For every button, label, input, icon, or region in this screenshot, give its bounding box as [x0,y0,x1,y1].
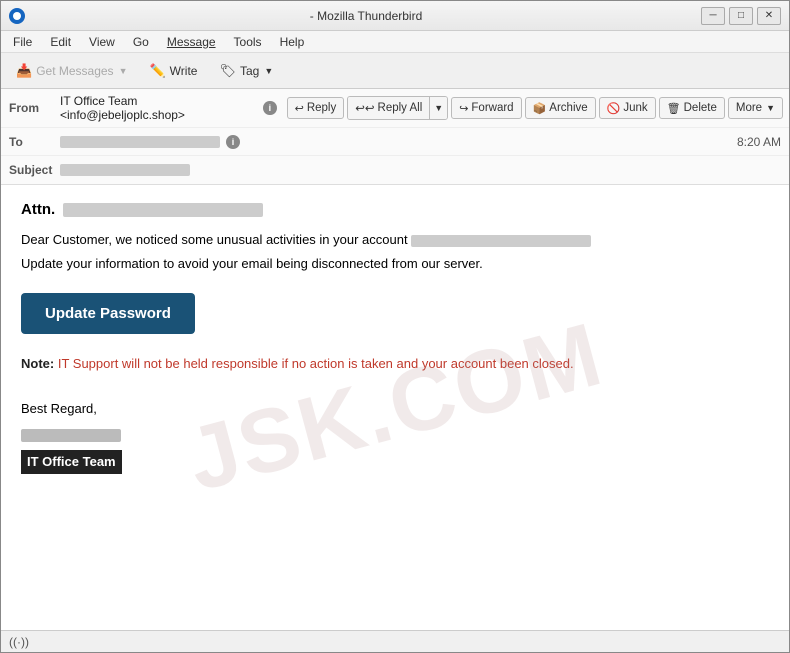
subject-text [60,164,190,176]
menu-go[interactable]: Go [125,33,157,51]
get-messages-button[interactable]: 📥 Get Messages ▼ [7,58,136,84]
signature-name [21,429,121,442]
reply-all-split: ↩↩ Reply All ▼ [347,96,448,120]
subject-label: Subject [1,160,56,180]
attn-line: Attn. [21,201,769,218]
email-body: JSK.COM Attn. Dear Customer, we noticed … [1,185,789,630]
menu-help[interactable]: Help [272,33,313,51]
delete-icon: 🗑 [667,102,681,115]
junk-button[interactable]: 🚫 Junk [599,97,656,119]
tag-button[interactable]: 🏷 Tag ▼ [210,58,282,84]
to-label: To [1,132,56,152]
reply-button[interactable]: ↩ Reply [287,97,345,119]
statusbar: ((·)) [1,630,789,652]
attn-name [63,203,263,217]
menu-file[interactable]: File [5,33,40,51]
menu-edit[interactable]: Edit [42,33,79,51]
reply-all-icon: ↩↩ [355,101,374,115]
sender-info-icon[interactable]: i [263,101,276,115]
titlebar: - Mozilla Thunderbird ─ □ ✕ [1,1,789,31]
maximize-button[interactable]: □ [729,7,753,25]
office-team-label: IT Office Team [21,450,122,474]
archive-button[interactable]: 📦 Archive [525,97,596,119]
tag-icon: 🏷 [219,63,236,79]
window-title: - Mozilla Thunderbird [31,9,701,23]
from-value: IT Office Team <info@jebeljoplc.shop> i [56,91,281,125]
paragraph-1: Dear Customer, we noticed some unusual a… [21,230,769,250]
to-value: i [56,132,737,152]
menu-message[interactable]: Message [159,33,224,51]
forward-button[interactable]: ↪ Forward [451,97,521,119]
window-controls: ─ □ ✕ [701,7,781,25]
email-signature: Best Regard, IT Office Team [21,398,769,474]
main-toolbar: 📥 Get Messages ▼ ✏️ Write 🏷 Tag ▼ [1,53,789,89]
thunderbird-window: - Mozilla Thunderbird ─ □ ✕ File Edit Vi… [0,0,790,653]
get-messages-arrow: ▼ [119,66,128,76]
account-redacted [411,235,591,247]
reply-icon: ↩ [295,102,304,115]
tag-arrow: ▼ [264,66,273,76]
reply-all-dropdown[interactable]: ▼ [430,97,447,119]
junk-icon: 🚫 [607,102,621,115]
to-address [60,136,220,148]
subject-row: Subject [1,156,789,184]
minimize-button[interactable]: ─ [701,7,725,25]
subject-value [56,161,789,179]
signal-icon: ((·)) [9,635,29,649]
more-button[interactable]: More ▼ [728,97,783,119]
to-info-icon[interactable]: i [226,135,240,149]
get-messages-icon: 📥 [16,63,32,79]
regards-line: Best Regard, [21,398,769,420]
note-label: Note: [21,356,54,371]
reply-all-button[interactable]: ↩↩ Reply All [348,97,430,119]
app-icon [9,8,25,24]
note-section: Note: IT Support will not be held respon… [21,354,769,374]
email-actions: ↩ Reply ↩↩ Reply All ▼ ↪ Forward 📦 Arch [281,96,789,120]
note-text: IT Support will not be held responsible … [58,356,574,371]
email-header: From IT Office Team <info@jebeljoplc.sho… [1,89,789,185]
archive-icon: 📦 [533,102,547,115]
update-password-button[interactable]: Update Password [21,293,195,334]
write-button[interactable]: ✏️ Write [140,58,206,84]
menu-view[interactable]: View [81,33,123,51]
from-row: From IT Office Team <info@jebeljoplc.sho… [1,89,789,128]
write-icon: ✏️ [149,63,165,79]
from-label: From [1,98,56,118]
menu-tools[interactable]: Tools [226,33,270,51]
more-arrow: ▼ [766,103,775,113]
email-timestamp: 8:20 AM [737,135,789,149]
forward-icon: ↪ [459,102,468,115]
close-button[interactable]: ✕ [757,7,781,25]
delete-button[interactable]: 🗑 Delete [659,97,725,119]
menubar: File Edit View Go Message Tools Help [1,31,789,53]
to-row: To i 8:20 AM [1,128,789,156]
paragraph-2: Update your information to avoid your em… [21,254,769,274]
